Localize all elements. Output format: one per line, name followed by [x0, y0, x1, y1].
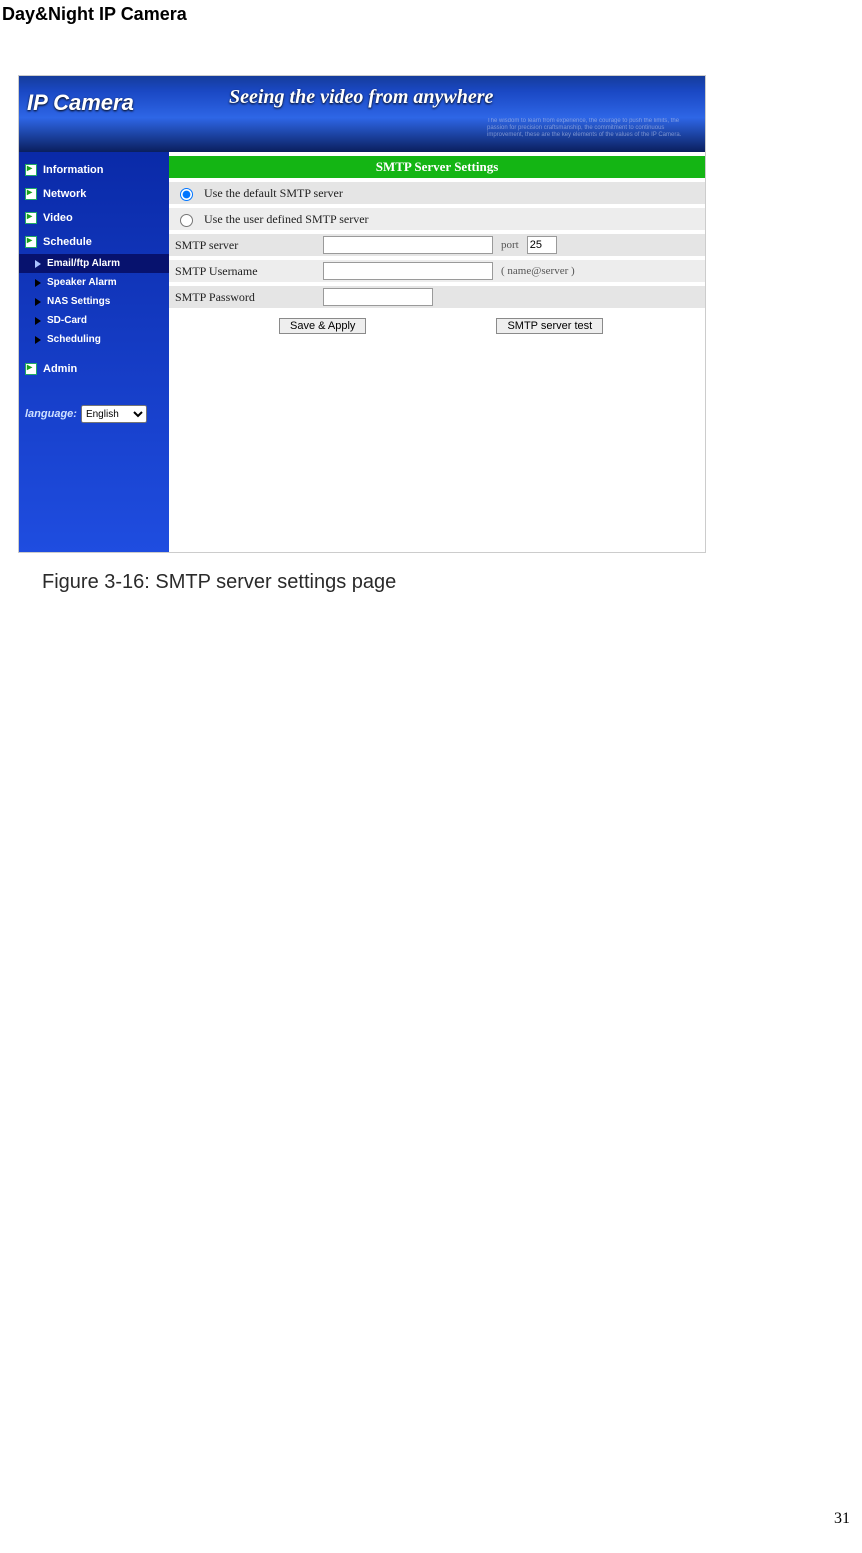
row-smtp-password: SMTP Password: [169, 286, 705, 308]
expand-icon: [25, 164, 37, 176]
radio-row-default: Use the default SMTP server: [169, 182, 705, 204]
sidebar-item-label: Schedule: [43, 236, 92, 248]
language-row: language: English: [19, 401, 169, 427]
sidebar-item-information[interactable]: Information: [19, 158, 169, 182]
app-window: IP Camera Seeing the video from anywhere…: [18, 75, 706, 553]
sidebar-subitem-speaker-alarm[interactable]: Speaker Alarm: [19, 273, 169, 292]
smtp-server-input[interactable]: [323, 236, 493, 254]
arrow-icon: [35, 317, 41, 325]
sidebar-item-label: Email/ftp Alarm: [47, 258, 120, 269]
content-area: SMTP Server Settings Use the default SMT…: [169, 152, 705, 552]
port-label: port: [501, 239, 519, 251]
row-smtp-username: SMTP Username ( name@server ): [169, 260, 705, 282]
figure-caption: Figure 3-16: SMTP server settings page: [42, 571, 862, 594]
save-apply-button[interactable]: Save & Apply: [279, 318, 366, 334]
radio-default-smtp[interactable]: [180, 188, 193, 201]
sidebar-item-network[interactable]: Network: [19, 182, 169, 206]
button-row: Save & Apply SMTP server test: [169, 308, 705, 340]
radio-row-userdefined: Use the user defined SMTP server: [169, 208, 705, 230]
smtp-server-label: SMTP server: [175, 238, 315, 253]
row-smtp-server: SMTP server port: [169, 234, 705, 256]
sidebar-item-label: Speaker Alarm: [47, 277, 117, 288]
expand-icon: [25, 188, 37, 200]
sidebar-subitem-nas-settings[interactable]: NAS Settings: [19, 292, 169, 311]
radio-userdefined-smtp[interactable]: [180, 214, 193, 227]
sidebar-item-label: Admin: [43, 363, 77, 375]
smtp-password-label: SMTP Password: [175, 290, 315, 305]
smtp-port-input[interactable]: [527, 236, 557, 254]
sidebar-item-schedule[interactable]: Schedule: [19, 230, 169, 254]
section-title: SMTP Server Settings: [169, 156, 705, 178]
page-header-title: Day&Night IP Camera: [0, 0, 862, 35]
play-icon: [35, 260, 41, 268]
radio-userdefined-label: Use the user defined SMTP server: [204, 212, 369, 227]
arrow-icon: [35, 298, 41, 306]
sidebar-item-label: SD-Card: [47, 315, 87, 326]
smtp-username-label: SMTP Username: [175, 264, 315, 279]
banner-logo: IP Camera: [27, 90, 134, 116]
sidebar-subitem-scheduling[interactable]: Scheduling: [19, 330, 169, 349]
radio-default-label: Use the default SMTP server: [204, 186, 343, 201]
page-number: 31: [834, 1510, 850, 1528]
smtp-username-input[interactable]: [323, 262, 493, 280]
banner-fineprint: The wisdom to learn from experience, the…: [487, 118, 687, 140]
arrow-icon: [35, 279, 41, 287]
expand-icon: [25, 363, 37, 375]
language-select[interactable]: English: [81, 405, 147, 423]
app-banner: IP Camera Seeing the video from anywhere…: [19, 76, 705, 152]
sidebar-item-admin[interactable]: Admin: [19, 357, 169, 381]
arrow-icon: [35, 336, 41, 344]
smtp-test-button[interactable]: SMTP server test: [496, 318, 603, 334]
smtp-password-input[interactable]: [323, 288, 433, 306]
expand-icon: [25, 236, 37, 248]
smtp-username-hint: ( name@server ): [501, 265, 575, 277]
sidebar-item-video[interactable]: Video: [19, 206, 169, 230]
sidebar-item-label: NAS Settings: [47, 296, 110, 307]
sidebar-subitem-email-ftp-alarm[interactable]: Email/ftp Alarm: [19, 254, 169, 273]
sidebar: Information Network Video Schedule Email…: [19, 152, 169, 552]
banner-slogan: Seeing the video from anywhere: [229, 86, 493, 109]
language-label: language:: [25, 408, 77, 420]
expand-icon: [25, 212, 37, 224]
sidebar-item-label: Network: [43, 188, 86, 200]
app-body: Information Network Video Schedule Email…: [19, 152, 705, 552]
sidebar-item-label: Video: [43, 212, 73, 224]
sidebar-subitem-sd-card[interactable]: SD-Card: [19, 311, 169, 330]
sidebar-item-label: Information: [43, 164, 104, 176]
sidebar-item-label: Scheduling: [47, 334, 101, 345]
